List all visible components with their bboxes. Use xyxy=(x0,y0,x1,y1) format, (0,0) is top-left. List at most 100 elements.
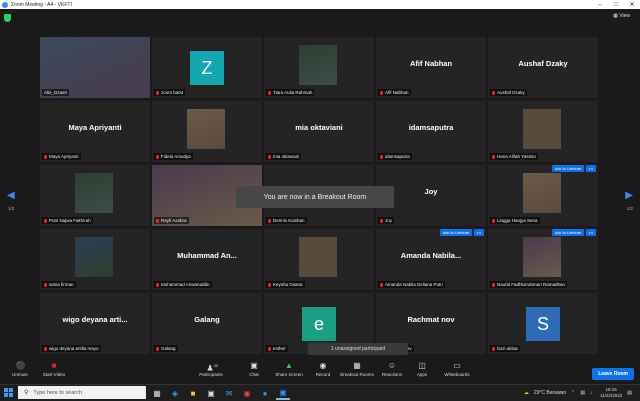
start-video-button[interactable]: ■ Start Video xyxy=(34,362,74,378)
network-icon[interactable]: ▤ xyxy=(580,390,585,396)
store-icon[interactable]: ▣ xyxy=(204,386,218,400)
participant-name-label: Hana Alifah Yasmin xyxy=(490,153,538,160)
muted-mic-icon xyxy=(268,154,271,159)
close-icon[interactable]: ✕ xyxy=(624,1,640,8)
apps-button[interactable]: ◫ Apps xyxy=(402,362,442,378)
unassigned-participant-notice[interactable]: 1 unassigned participant xyxy=(308,343,408,355)
participant-tile[interactable]: Keysha Oxana xyxy=(264,229,374,290)
edge-browser-icon[interactable]: ◈ xyxy=(168,386,182,400)
participant-display-name: Galang xyxy=(194,315,220,324)
participant-name-label: Galang xyxy=(154,345,178,352)
participant-name-label: esther xyxy=(266,345,288,352)
participant-tile[interactable]: Zzoom ba04 xyxy=(152,37,262,98)
muted-mic-icon xyxy=(156,90,159,95)
participant-name: Galang xyxy=(161,346,176,351)
participant-tile[interactable]: Aushaf Dzaky Aushaf Dzaky xyxy=(488,37,598,98)
participant-name: mia oktaviani xyxy=(273,154,300,159)
taskbar-search-placeholder: Type here to search xyxy=(33,389,83,396)
participants-button[interactable]: ♟30 Participants xyxy=(191,362,231,377)
participant-tile[interactable]: Galang Galang xyxy=(152,293,262,354)
chat-button[interactable]: ▣ Chat xyxy=(234,362,274,378)
zoom-taskbar-icon[interactable]: ● xyxy=(258,386,272,400)
windows-start-icon[interactable] xyxy=(4,388,14,398)
participant-tile[interactable]: mia oktaviani mia oktaviani xyxy=(264,101,374,162)
apps-label: Apps xyxy=(416,372,428,377)
zoom-meeting-taskbar-icon[interactable]: ▣ xyxy=(276,386,290,400)
more-options-button[interactable]: ••• xyxy=(585,165,596,172)
participant-name-label: wigo deyana artilla mayo xyxy=(42,345,101,352)
volume-icon[interactable]: ♩ xyxy=(590,390,595,396)
maximize-icon[interactable]: □ xyxy=(608,2,624,8)
more-options-button[interactable]: ••• xyxy=(473,229,484,236)
security-shield-icon[interactable] xyxy=(4,14,11,22)
muted-mic-icon xyxy=(380,90,383,95)
participant-name-label: Lingga Hanjya Sena xyxy=(490,217,540,224)
participant-tile[interactable]: Amanda Nabila... Amanda Nabila Deliana Pu… xyxy=(376,229,486,290)
muted-mic-icon xyxy=(380,154,383,159)
participant-name: sania firman xyxy=(49,282,74,287)
mail-icon[interactable]: ✉ xyxy=(222,386,236,400)
muted-mic-icon xyxy=(492,282,495,287)
window-titlebar: Zoom Meeting - A4 - VKFTI – □ ✕ xyxy=(0,0,640,9)
whiteboards-button[interactable]: ▭ Whiteboards xyxy=(437,362,477,378)
record-icon: ◉ xyxy=(319,361,327,370)
ask-to-unmute-button[interactable]: Ask to Unmute xyxy=(551,229,584,236)
task-view-icon[interactable]: ▦ xyxy=(150,386,164,400)
clock[interactable]: 19:15 11/22/2022 xyxy=(600,387,622,399)
participant-tile[interactable]: wigo deyana arti... wigo deyana artilla m… xyxy=(40,293,150,354)
microphone-muted-icon: ⚫ xyxy=(15,361,26,370)
minimize-icon[interactable]: – xyxy=(592,2,608,8)
participant-display-name: Afif Nabhan xyxy=(409,59,453,68)
leave-room-button[interactable]: Leave Room xyxy=(592,368,634,380)
breakout-room-toast: You are now in a Breakout Room xyxy=(236,186,394,208)
muted-mic-icon xyxy=(156,282,159,287)
chrome-icon[interactable]: ◉ xyxy=(240,386,254,400)
participant-tile[interactable]: Fidela Amodya xyxy=(152,101,262,162)
participant-name-label: Alie_Dzaen xyxy=(42,89,70,96)
participant-name: Joy xyxy=(385,218,393,223)
share-screen-label: Share Screen xyxy=(275,372,303,377)
participant-name: Fidela Amodya xyxy=(161,154,191,159)
participant-tile[interactable]: Tiara Aulia Rahmah xyxy=(264,37,374,98)
file-explorer-icon[interactable]: ■ xyxy=(186,386,200,400)
muted-mic-icon xyxy=(156,154,159,159)
participant-video xyxy=(523,173,561,213)
muted-mic-icon xyxy=(492,154,495,159)
participant-tile[interactable]: Alie_Dzaen xyxy=(40,37,150,98)
participant-tile[interactable]: Naufal Fadhlurrahman Ramadhan Ask to Unmu… xyxy=(488,229,598,290)
participant-tile[interactable]: Putri Najwa Fakhirah xyxy=(40,165,150,226)
notifications-icon[interactable]: ▤ xyxy=(627,390,632,396)
ask-to-unmute-button[interactable]: Ask to Unmute xyxy=(551,165,584,172)
participant-tile[interactable]: idamsaputra idamsaputra xyxy=(376,101,486,162)
participant-tile[interactable]: sania firman xyxy=(40,229,150,290)
search-icon: ⚲ xyxy=(24,390,29,396)
participant-video xyxy=(187,109,225,149)
muted-mic-icon xyxy=(156,346,159,351)
participant-tile[interactable]: Hana Alifah Yasmin xyxy=(488,101,598,162)
weather-text[interactable]: 29°C Berawan xyxy=(534,390,566,396)
record-label: Record xyxy=(315,372,331,377)
system-tray: ☁ 29°C Berawan ⌃ ▤ ♩ 19:15 11/22/2022 ▤ xyxy=(524,387,632,399)
previous-page-icon[interactable]: ◀ xyxy=(7,190,15,201)
participant-video xyxy=(523,237,561,277)
participant-tile[interactable]: Muhammad An... Muhammad Anwaruddin xyxy=(152,229,262,290)
view-button[interactable]: ▦ View xyxy=(613,13,630,19)
view-label: View xyxy=(619,13,630,19)
participant-name: Lingga Hanjya Sena xyxy=(497,218,538,223)
participant-name: zoom ba04 xyxy=(161,90,184,95)
muted-mic-icon xyxy=(268,90,271,95)
participant-display-name: mia oktaviani xyxy=(295,123,343,132)
tray-chevron-icon[interactable]: ⌃ xyxy=(571,390,575,396)
participant-name: Maya Apriyanti xyxy=(49,154,79,159)
participant-tile[interactable]: Sfazri akbar xyxy=(488,293,598,354)
ask-to-unmute-button[interactable]: Ask to Unmute xyxy=(439,229,472,236)
breakout-rooms-button[interactable]: ▦ Breakout Rooms xyxy=(337,362,377,378)
taskbar-search-box[interactable]: ⚲ Type here to search xyxy=(18,386,146,399)
participant-tile[interactable]: Afif Nabhan Afif Nabhan xyxy=(376,37,486,98)
next-page-icon[interactable]: ▶ xyxy=(625,190,633,201)
participant-tile[interactable]: Maya Apriyanti Maya Apriyanti xyxy=(40,101,150,162)
participant-name-label: Maya Apriyanti xyxy=(42,153,81,160)
more-options-button[interactable]: ••• xyxy=(585,229,596,236)
participant-tile[interactable]: Lingga Hanjya Sena Ask to Unmute ••• xyxy=(488,165,598,226)
participant-display-name: Aushaf Dzaky xyxy=(518,59,568,68)
